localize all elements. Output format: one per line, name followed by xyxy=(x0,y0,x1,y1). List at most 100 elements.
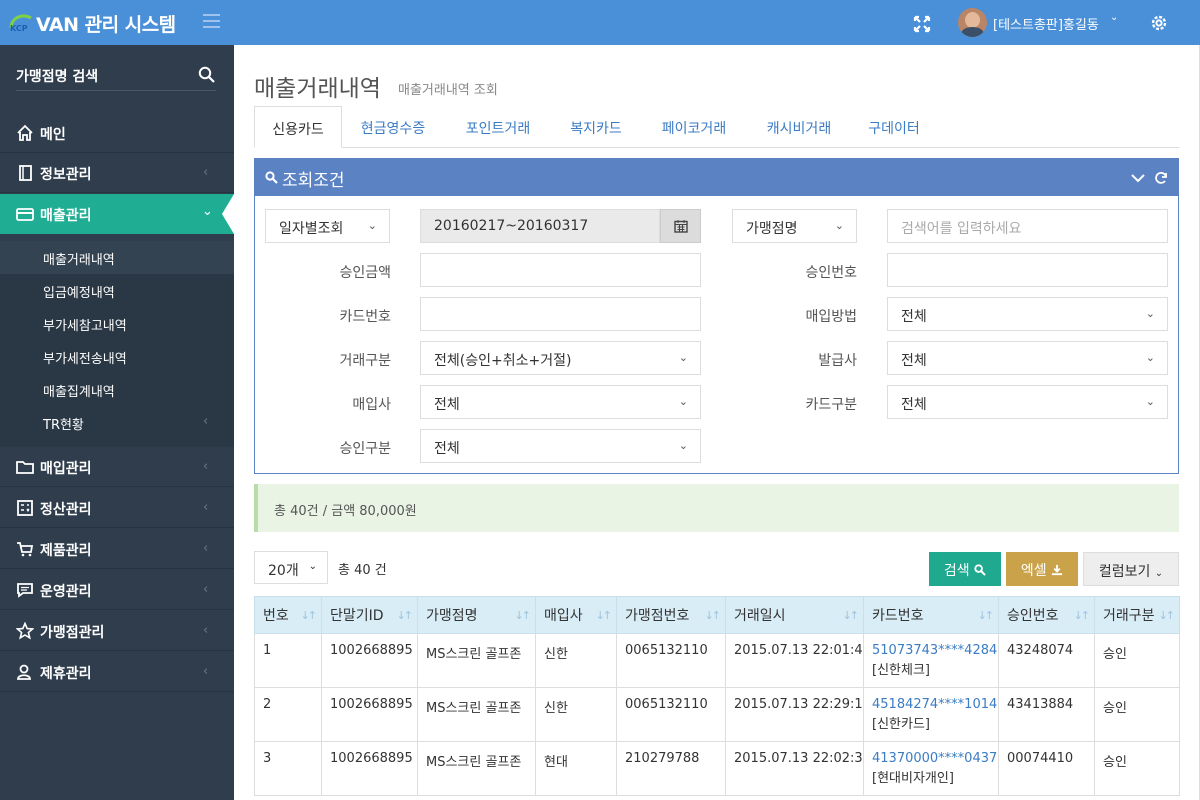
tab-credit-card[interactable]: 신용카드 xyxy=(254,106,342,148)
submenu-item-expected-deposits[interactable]: 입금예정내역 xyxy=(0,274,234,307)
sidebar-item-main[interactable]: 메인 xyxy=(0,113,234,153)
purchase-method-select[interactable]: 전체 ⌄ xyxy=(887,297,1168,331)
search-button[interactable]: 검색 xyxy=(929,552,1001,586)
tab-old-data[interactable]: 구데이터 xyxy=(854,106,934,148)
issuer-select[interactable]: 전체 ⌄ xyxy=(887,341,1168,375)
submenu-item-label: 입금예정내역 xyxy=(43,286,115,301)
submenu-item-vat-transmission[interactable]: 부가세전송내역 xyxy=(0,340,234,373)
chevron-down-icon[interactable]: ⌄ xyxy=(1110,12,1118,23)
tab-payco[interactable]: 페이코거래 xyxy=(646,106,742,148)
top-navbar: KCP VAN 관리 시스템 [테스트총판]홍길동 ⌄ xyxy=(0,0,1200,45)
sidebar-item-label: 매출관리 xyxy=(40,208,92,224)
chevron-left-icon: ‹ xyxy=(203,623,209,638)
card-no-link[interactable]: 45184274****1014 xyxy=(872,697,997,712)
merchant-type-select[interactable]: 가맹점명 ⌄ xyxy=(732,209,857,243)
sidebar: 가맹점명 검색 메인 정보관리 ‹ 매출관리 ⌄ 매출거래내역 입금예정내역 부… xyxy=(0,45,234,800)
col-header-merchant-no[interactable]: 가맹점번호 ↓↑ xyxy=(616,596,726,634)
card-no-link[interactable]: 41370000****0437 xyxy=(872,751,997,766)
avatar[interactable] xyxy=(958,8,987,37)
col-header-approval-no[interactable]: 승인번호 ↓↑ xyxy=(998,596,1095,634)
folder-icon xyxy=(16,461,34,474)
submenu-item-label: TR현황 xyxy=(43,418,84,433)
cell-acquirer: 신한 xyxy=(535,687,617,742)
chevron-down-icon: ⌄ xyxy=(308,561,317,572)
app-title: VAN 관리 시스템 xyxy=(36,13,176,36)
sort-icon: ↓↑ xyxy=(300,609,318,622)
cell-datetime: 2015.07.13 22:01:44 xyxy=(725,633,864,688)
sidebar-item-purchase[interactable]: 매입관리 ‹ xyxy=(0,447,234,487)
col-header-acquirer[interactable]: 매입사 ↓↑ xyxy=(535,596,617,634)
chevron-down-icon: ⌄ xyxy=(1145,395,1155,408)
col-header-datetime[interactable]: 거래일시 ↓↑ xyxy=(725,596,864,634)
search-icon[interactable] xyxy=(198,66,216,84)
sidebar-item-sales[interactable]: 매출관리 ⌄ xyxy=(0,194,234,234)
tx-type-select[interactable]: 전체(승인+취소+거절) ⌄ xyxy=(420,341,701,375)
submenu-item-sales-summary[interactable]: 매출집계내역 xyxy=(0,373,234,406)
home-icon xyxy=(17,124,33,141)
acquirer-label: 매입사 xyxy=(352,397,391,413)
chevron-down-icon[interactable] xyxy=(1131,171,1145,185)
approval-amount-input[interactable] xyxy=(420,253,701,287)
cell-tx-type: 승인 xyxy=(1094,741,1180,796)
approval-type-select[interactable]: 전체 ⌄ xyxy=(420,429,701,463)
submenu-item-vat-reference[interactable]: 부가세참고내역 xyxy=(0,307,234,340)
sidebar-item-info[interactable]: 정보관리 ‹ xyxy=(0,153,234,193)
sidebar-item-label: 제휴관리 xyxy=(40,666,92,682)
user-name[interactable]: [테스트총판]홍길동 xyxy=(993,14,1099,33)
submenu-item-label: 부가세참고내역 xyxy=(43,319,127,334)
col-header-card-no[interactable]: 카드번호 ↓↑ xyxy=(863,596,999,634)
sidebar-item-merchants[interactable]: 가맹점관리 ‹ xyxy=(0,611,234,651)
refresh-icon[interactable] xyxy=(1154,171,1168,185)
col-header-tx-type[interactable]: 거래구분 ↓↑ xyxy=(1094,596,1180,634)
tab-cash-receipt[interactable]: 현금영수증 xyxy=(345,106,441,148)
cell-tx-type: 승인 xyxy=(1094,687,1180,742)
sidebar-item-settlement[interactable]: 정산관리 ‹ xyxy=(0,488,234,528)
approval-no-input[interactable] xyxy=(887,253,1168,287)
calculator-icon xyxy=(17,500,33,516)
calendar-button[interactable] xyxy=(660,209,701,243)
cell-merchant-no: 210279788 xyxy=(616,741,726,796)
chevron-down-icon: ⌄ xyxy=(202,204,213,219)
table-row: 3 1002668895 MS스크린 골프존 현대 210279788 2015… xyxy=(254,741,1180,796)
submenu-item-label: 부가세전송내역 xyxy=(43,352,127,367)
chevron-left-icon: ‹ xyxy=(203,664,209,679)
app-logo[interactable]: KCP VAN 관리 시스템 xyxy=(8,8,176,38)
cell-merchant: MS스크린 골프존 xyxy=(417,633,536,688)
tab-points[interactable]: 포인트거래 xyxy=(450,106,546,148)
cell-card-no: 51073743****4284 [신한체크] xyxy=(863,633,999,688)
excel-download-button[interactable]: 엑셀 xyxy=(1006,552,1078,586)
card-type-select[interactable]: 전체 ⌄ xyxy=(887,385,1168,419)
column-view-button[interactable]: 컬럼보기 ⌄ xyxy=(1083,552,1179,586)
merchant-search-input[interactable]: 가맹점명 검색 xyxy=(16,65,216,91)
date-type-select[interactable]: 일자별조회 ⌄ xyxy=(265,209,390,243)
chevron-down-icon: ⌄ xyxy=(678,351,688,364)
submenu-item-tr-status[interactable]: TR현황 ‹ xyxy=(0,406,234,439)
tab-welfare-card[interactable]: 복지카드 xyxy=(552,106,640,148)
acquirer-select[interactable]: 전체 ⌄ xyxy=(420,385,701,419)
date-range-input[interactable]: 20160217~20160317 xyxy=(420,209,660,243)
page-size-select[interactable]: 20개 ⌄ xyxy=(254,551,328,584)
sidebar-item-partners[interactable]: 제휴관리 ‹ xyxy=(0,652,234,692)
sidebar-item-label: 운영관리 xyxy=(40,584,92,600)
select-value: 가맹점명 xyxy=(746,221,798,237)
col-header-merchant[interactable]: 가맹점명 ↓↑ xyxy=(417,596,536,634)
panel-title: 조회조건 xyxy=(282,171,345,191)
gear-icon[interactable] xyxy=(1149,13,1169,33)
submenu-item-sales-transactions[interactable]: 매출거래내역 xyxy=(0,241,234,274)
card-no-link[interactable]: 51073743****4284 xyxy=(872,643,997,658)
card-no-input[interactable] xyxy=(420,297,701,331)
sidebar-item-operations[interactable]: 운영관리 ‹ xyxy=(0,570,234,610)
fullscreen-icon[interactable] xyxy=(912,14,932,34)
menu-toggle-icon[interactable] xyxy=(203,14,220,28)
cell-terminal-id: 1002668895 xyxy=(321,741,418,796)
col-header-no[interactable]: 번호 ↓↑ xyxy=(254,596,322,634)
tab-cashbee[interactable]: 캐시비거래 xyxy=(751,106,847,148)
cell-acquirer: 신한 xyxy=(535,633,617,688)
sidebar-item-products[interactable]: 제품관리 ‹ xyxy=(0,529,234,569)
cart-icon xyxy=(17,542,34,557)
col-header-terminal-id[interactable]: 단말기ID ↓↑ xyxy=(321,596,418,634)
keyword-input[interactable]: 검색어를 입력하세요 xyxy=(887,209,1168,243)
cell-merchant-no: 0065132110 xyxy=(616,633,726,688)
card-issuer: [신한카드] xyxy=(872,717,930,732)
chevron-left-icon: ‹ xyxy=(203,541,209,556)
